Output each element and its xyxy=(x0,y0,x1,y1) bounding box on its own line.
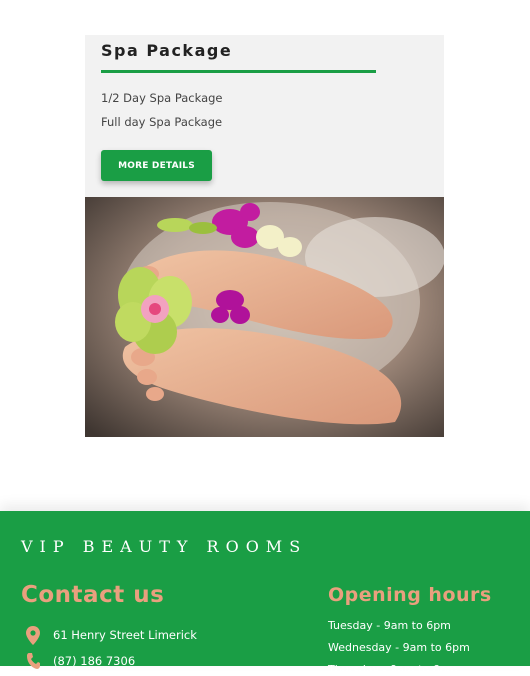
opening-hours-heading: Opening hours xyxy=(328,584,492,606)
site-footer: VIP BEAUTY ROOMS Contact us 61 Henry Str… xyxy=(0,511,530,676)
address-row[interactable]: 61 Henry Street Limerick xyxy=(24,625,197,645)
spa-package-card: Spa Package 1/2 Day Spa Package Full day… xyxy=(85,35,444,197)
hours-line-thursday: Thursday - 9am to 6pm xyxy=(328,663,458,676)
hours-line-wednesday: Wednesday - 9am to 6pm xyxy=(328,641,470,654)
package-item-half-day: 1/2 Day Spa Package xyxy=(101,91,223,105)
spa-photo xyxy=(85,197,444,437)
phone-row[interactable]: (87) 186 7306 xyxy=(24,651,135,671)
card-title: Spa Package xyxy=(101,41,233,60)
more-details-button[interactable]: MORE DETAILS xyxy=(101,150,212,181)
hours-line-tuesday: Tuesday - 9am to 6pm xyxy=(328,619,451,632)
phone-icon xyxy=(24,651,42,671)
title-divider xyxy=(101,70,376,73)
package-item-full-day: Full day Spa Package xyxy=(101,115,223,129)
map-pin-icon xyxy=(24,625,42,645)
brand-name: VIP BEAUTY ROOMS xyxy=(21,537,308,556)
contact-heading: Contact us xyxy=(21,582,165,608)
address-text: 61 Henry Street Limerick xyxy=(53,628,197,642)
